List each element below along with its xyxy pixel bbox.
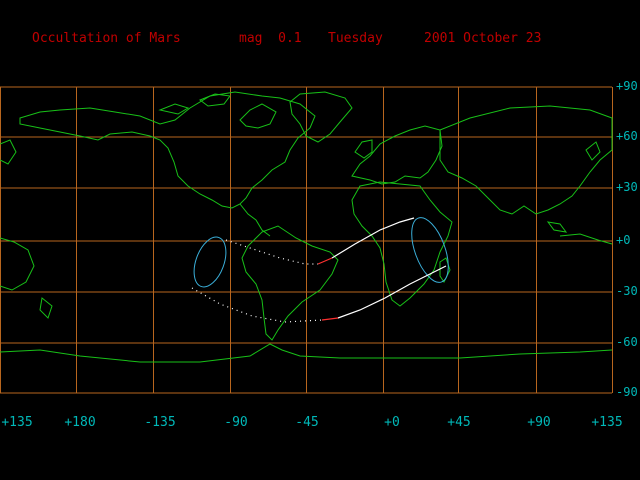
map-grid bbox=[0, 86, 613, 394]
longitude-label: +180 bbox=[64, 415, 96, 430]
longitude-label: +135 bbox=[591, 415, 623, 430]
longitude-label: -135 bbox=[144, 415, 176, 430]
north-limit-dotted bbox=[225, 239, 318, 265]
world-map bbox=[0, 86, 613, 394]
latitude-label: -60 bbox=[616, 335, 638, 349]
longitude-label: +135 bbox=[1, 415, 33, 430]
latitude-label: -30 bbox=[616, 284, 638, 298]
latitude-label: +0 bbox=[616, 233, 631, 247]
latitude-label: +60 bbox=[616, 129, 638, 143]
longitude-label: +0 bbox=[384, 415, 400, 430]
longitude-label: +45 bbox=[447, 415, 471, 430]
longitude-label: +90 bbox=[527, 415, 551, 430]
longitude-label: -45 bbox=[295, 415, 319, 430]
longitude-label: -90 bbox=[224, 415, 248, 430]
south-limit-dotted bbox=[191, 287, 323, 323]
north-limit-start bbox=[317, 257, 333, 265]
south-limit-start bbox=[321, 317, 339, 321]
occultation-paths bbox=[191, 217, 449, 323]
west-limit-circle bbox=[193, 236, 227, 288]
latitude-label: -90 bbox=[616, 385, 638, 399]
latitude-label: +30 bbox=[616, 180, 638, 194]
latitude-label: +90 bbox=[616, 79, 638, 93]
